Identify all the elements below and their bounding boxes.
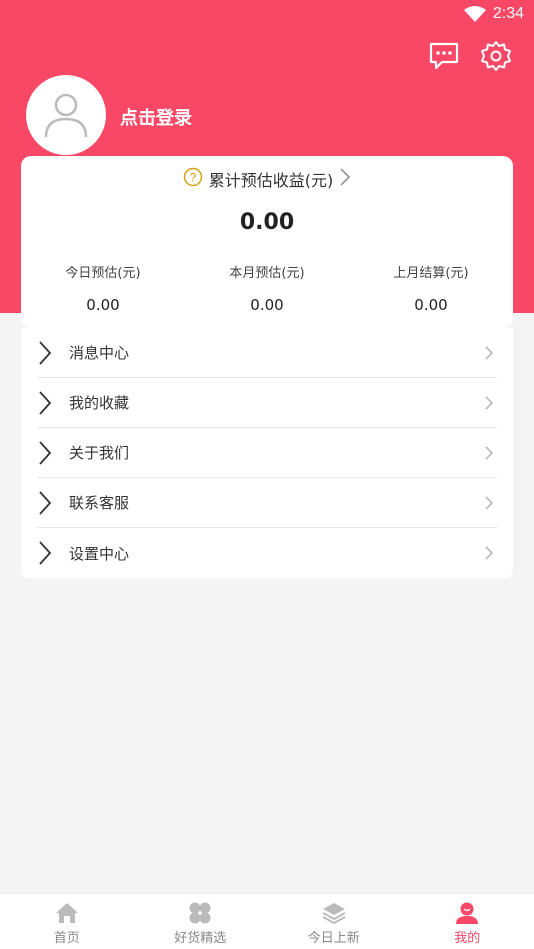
chevron-right-icon bbox=[485, 496, 497, 510]
chevron-right-icon bbox=[37, 338, 67, 368]
chevron-right-icon bbox=[485, 446, 497, 460]
tab-label: 好货精选 bbox=[174, 931, 227, 946]
login-link[interactable]: 点击登录 bbox=[120, 104, 192, 130]
bottom-tab-bar: 首页 好货精选 今日上新 我的 bbox=[0, 893, 534, 949]
gear-icon[interactable] bbox=[478, 38, 514, 74]
question-icon: ? bbox=[183, 167, 203, 191]
stat-value: 0.00 bbox=[86, 296, 120, 314]
layers-icon bbox=[321, 900, 347, 926]
tab-featured[interactable]: 好货精选 bbox=[134, 894, 268, 949]
chevron-right-icon bbox=[37, 438, 67, 468]
chevron-right-icon bbox=[37, 388, 67, 418]
tab-label: 首页 bbox=[53, 931, 80, 946]
chevron-right-icon bbox=[485, 546, 497, 560]
status-time: 2:34 bbox=[492, 5, 524, 22]
stat-label: 本月预估(元) bbox=[229, 266, 305, 281]
chevron-right-icon bbox=[485, 396, 497, 410]
stat-label: 今日预估(元) bbox=[65, 266, 141, 281]
menu-item-settings[interactable]: 设置中心 bbox=[37, 528, 497, 578]
message-icon[interactable] bbox=[426, 38, 462, 74]
tab-label: 我的 bbox=[454, 931, 481, 946]
status-bar: 2:34 bbox=[0, 0, 534, 30]
tab-home[interactable]: 首页 bbox=[0, 894, 134, 949]
chevron-right-icon bbox=[485, 346, 497, 360]
menu-item-label: 我的收藏 bbox=[69, 394, 130, 412]
chevron-right-icon bbox=[37, 538, 67, 568]
earnings-total: 0.00 bbox=[239, 210, 295, 235]
avatar[interactable] bbox=[26, 75, 106, 155]
wifi-icon bbox=[464, 6, 486, 26]
earnings-card: ? 累计预估收益(元) 0.00 今日预估(元) 0.00 本月预估(元) 0.… bbox=[21, 156, 513, 328]
menu-item-about[interactable]: 关于我们 bbox=[37, 428, 497, 478]
stat-label: 上月结算(元) bbox=[393, 266, 469, 281]
menu-item-favorites[interactable]: 我的收藏 bbox=[37, 378, 497, 428]
menu-item-messages[interactable]: 消息中心 bbox=[37, 328, 497, 378]
svg-text:?: ? bbox=[189, 171, 196, 185]
stat-today: 今日预估(元) 0.00 bbox=[21, 262, 185, 314]
chevron-right-icon bbox=[37, 488, 67, 518]
earnings-title: 累计预估收益(元) bbox=[208, 171, 334, 190]
clover-icon bbox=[187, 900, 213, 926]
profile-icon bbox=[454, 900, 480, 926]
menu-item-label: 关于我们 bbox=[69, 444, 130, 462]
chevron-right-icon bbox=[339, 167, 351, 191]
menu-item-label: 消息中心 bbox=[69, 344, 130, 362]
menu-list: 消息中心 我的收藏 关于我们 联系客服 设置中心 bbox=[21, 328, 513, 578]
menu-item-customer-service[interactable]: 联系客服 bbox=[37, 478, 497, 528]
tab-new-today[interactable]: 今日上新 bbox=[267, 894, 401, 949]
home-icon bbox=[54, 900, 80, 926]
stat-last-month: 上月结算(元) 0.00 bbox=[349, 262, 513, 314]
tab-label: 今日上新 bbox=[307, 931, 360, 946]
earnings-stats: 今日预估(元) 0.00 本月预估(元) 0.00 上月结算(元) 0.00 bbox=[21, 262, 513, 314]
stat-value: 0.00 bbox=[250, 296, 284, 314]
earnings-title-row[interactable]: ? 累计预估收益(元) bbox=[21, 167, 513, 191]
menu-item-label: 设置中心 bbox=[69, 544, 130, 563]
menu-item-label: 联系客服 bbox=[69, 494, 130, 512]
stat-value: 0.00 bbox=[414, 296, 448, 314]
tab-mine[interactable]: 我的 bbox=[401, 894, 534, 949]
stat-this-month: 本月预估(元) 0.00 bbox=[185, 262, 349, 314]
